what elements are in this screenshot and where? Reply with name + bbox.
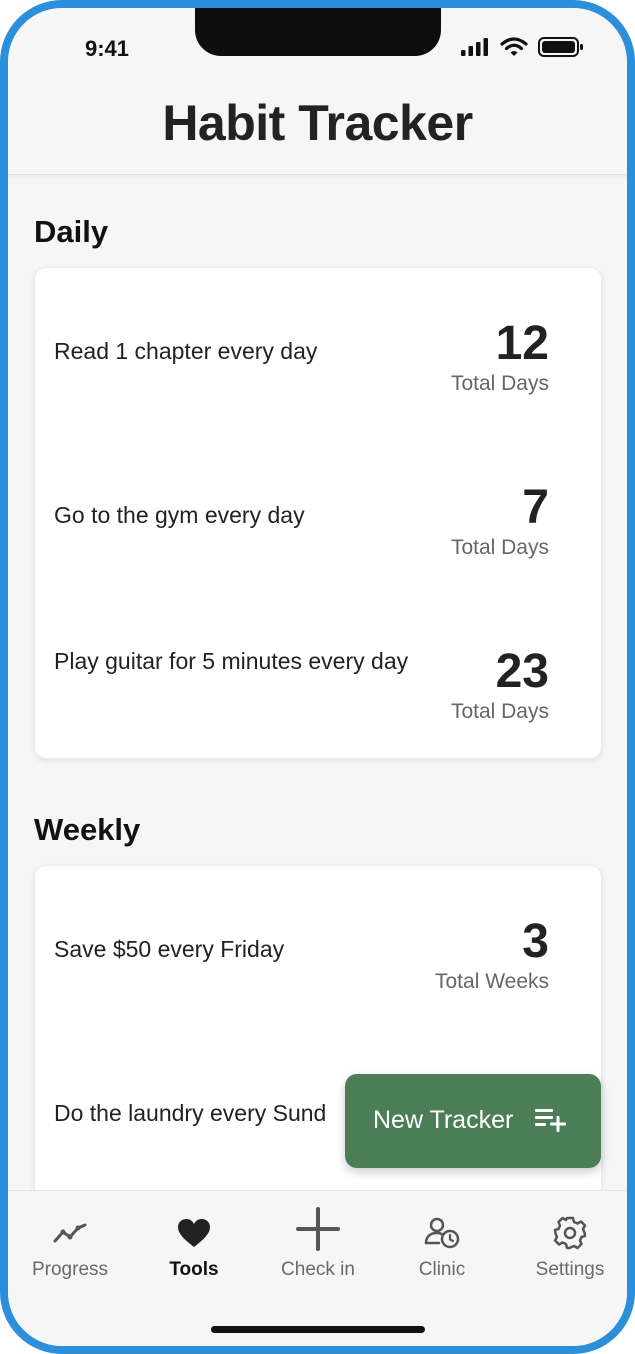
app-header: 9:41 Habit Tracker <box>8 8 627 175</box>
tab-label: Settings <box>535 1259 605 1280</box>
playlist-add-icon <box>535 1109 566 1132</box>
daily-habits-card: Read 1 chapter every day 12 Total Days G… <box>34 267 602 759</box>
device-notch <box>195 8 441 56</box>
habit-count-unit: Total Days <box>450 536 549 559</box>
home-indicator <box>211 1326 425 1333</box>
signal-icon <box>461 38 488 56</box>
plus-icon <box>256 1205 380 1253</box>
habit-label: Read 1 chapter every day <box>54 338 318 364</box>
habit-row[interactable]: Read 1 chapter every day 12 Total Days <box>35 268 601 432</box>
tab-check-in[interactable]: Check in <box>256 1191 380 1301</box>
habit-label: Save $50 every Friday <box>54 936 285 962</box>
habit-count: 3 <box>522 915 549 968</box>
wifi-icon <box>500 37 528 56</box>
tab-tools[interactable]: Tools <box>132 1191 256 1301</box>
habit-count-unit: Total Weeks <box>435 970 549 993</box>
habit-label: Go to the gym every day <box>54 502 305 528</box>
habit-count-unit: Total Days <box>450 700 549 723</box>
habit-row[interactable]: Save $50 every Friday 3 Total Weeks <box>35 866 601 1030</box>
habit-count: 12 <box>495 317 549 370</box>
habit-label: Play guitar for 5 minutes every day <box>54 648 409 674</box>
gear-icon <box>504 1213 627 1253</box>
tab-clinic[interactable]: Clinic <box>380 1191 504 1301</box>
status-time: 9:41 <box>85 36 130 61</box>
heart-icon <box>132 1213 256 1253</box>
tab-label: Check in <box>281 1259 355 1280</box>
tab-label: Tools <box>169 1259 219 1280</box>
habit-count: 23 <box>495 645 549 698</box>
page-title: Habit Tracker <box>162 95 473 151</box>
trend-line-icon <box>8 1213 132 1253</box>
new-tracker-button[interactable]: New Tracker <box>345 1074 601 1168</box>
habit-count-unit: Total Days <box>450 372 549 395</box>
habit-count: 7 <box>522 481 549 534</box>
tab-label: Clinic <box>418 1259 466 1280</box>
new-tracker-label: New Tracker <box>373 1106 514 1134</box>
tab-label: Progress <box>31 1259 109 1280</box>
section-title-weekly: Weekly <box>34 812 141 847</box>
habit-row[interactable]: Go to the gym every day 7 Total Days <box>35 432 601 596</box>
tab-progress[interactable]: Progress <box>8 1191 132 1301</box>
tab-settings[interactable]: Settings <box>504 1191 627 1301</box>
habit-row[interactable]: Play guitar for 5 minutes every day 23 T… <box>35 596 601 760</box>
phone-frame: 9:41 Habit Tracker Daily Read 1 chapter … <box>0 0 635 1354</box>
battery-icon <box>538 37 583 57</box>
person-clock-icon <box>380 1213 504 1253</box>
section-title-daily: Daily <box>34 214 109 249</box>
status-icons <box>460 36 584 58</box>
